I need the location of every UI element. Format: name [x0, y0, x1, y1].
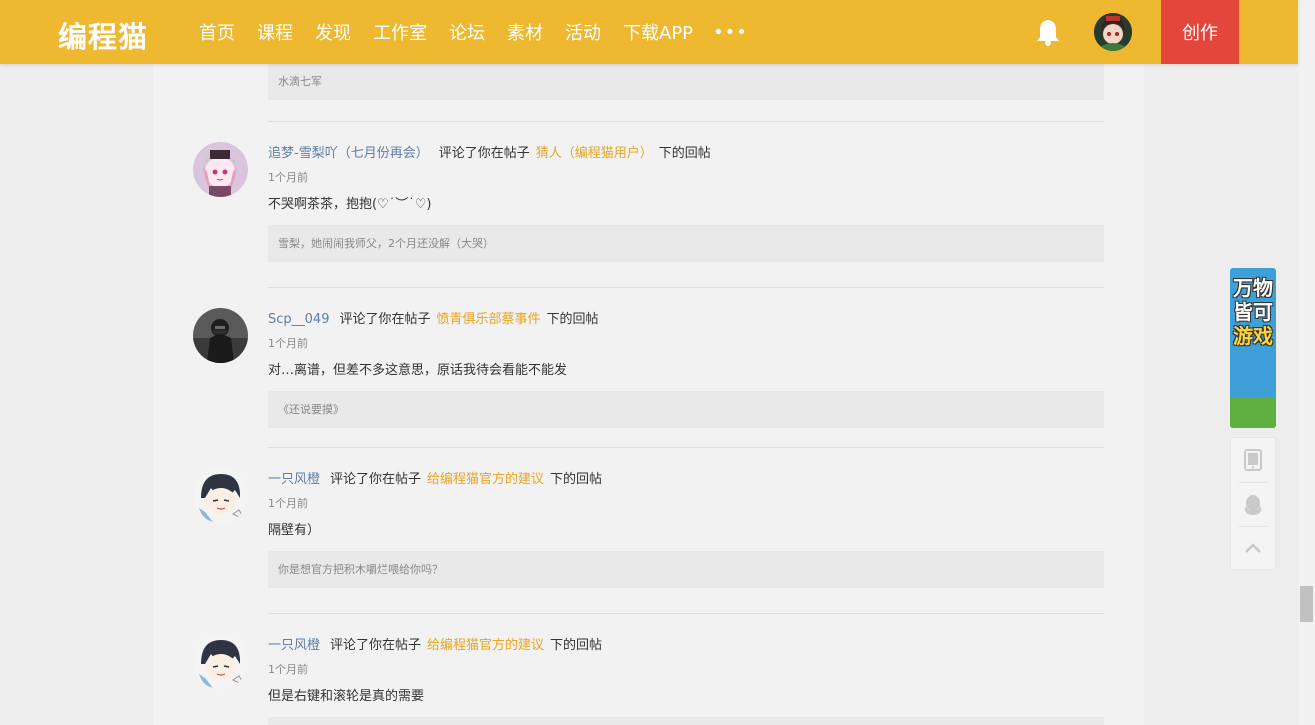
- comment-content: 隔壁有）: [268, 523, 321, 538]
- divider: [268, 287, 1104, 288]
- quote-box: 雪梨，她闹闹我师父，2个月还没解（大哭）: [268, 225, 1104, 262]
- more-menu-icon[interactable]: •••: [713, 22, 748, 43]
- scrollbar-thumb[interactable]: [1300, 586, 1313, 622]
- user-avatar[interactable]: [193, 308, 248, 363]
- suffix-text: 下的回帖: [550, 472, 603, 487]
- user-avatar[interactable]: [193, 634, 248, 689]
- quote-box: 水滴七军: [268, 63, 1104, 100]
- notification-panel: 水滴七军 追梦-雪梨吖（七月份再会） 评论了你在帖子 猜人（编程猫用户） 下的回帖 1…: [153, 0, 1144, 725]
- tablet-icon[interactable]: [1231, 438, 1275, 482]
- timestamp: 1个月前: [268, 337, 308, 350]
- notification-text: 追梦-雪梨吖（七月份再会） 评论了你在帖子 猜人（编程猫用户） 下的回帖: [268, 142, 711, 161]
- username-link[interactable]: 追梦-雪梨吖（七月份再会）: [268, 146, 429, 161]
- side-toolbar: [1230, 437, 1276, 570]
- nav-download-app[interactable]: 下载APP: [623, 19, 693, 45]
- suffix-text: 下的回帖: [658, 146, 711, 161]
- divider: [268, 613, 1104, 614]
- nav-home[interactable]: 首页: [199, 19, 235, 45]
- action-text: 评论了你在帖子: [330, 638, 422, 653]
- timestamp: 1个月前: [268, 663, 308, 676]
- post-link[interactable]: 猜人（编程猫用户）: [536, 146, 653, 161]
- post-link[interactable]: 给编程猫官方的建议: [427, 472, 544, 487]
- action-text: 评论了你在帖子: [339, 312, 431, 327]
- post-link[interactable]: 给编程猫官方的建议: [427, 638, 544, 653]
- user-avatar-menu[interactable]: [1094, 13, 1132, 51]
- post-link[interactable]: 愤青俱乐部蔡事件: [436, 312, 540, 327]
- qq-icon[interactable]: [1231, 483, 1275, 527]
- site-logo[interactable]: 编程猫: [58, 14, 148, 56]
- user-avatar[interactable]: [193, 142, 248, 197]
- suffix-text: 下的回帖: [546, 312, 599, 327]
- comment-content: 但是右键和滚轮是真的需要: [268, 689, 425, 704]
- notification-text: Scp__049 评论了你在帖子 愤青俱乐部蔡事件 下的回帖: [268, 308, 599, 327]
- nav-events[interactable]: 活动: [565, 19, 601, 45]
- timestamp: 1个月前: [268, 497, 308, 510]
- notification-text: 一只风橙 评论了你在帖子 给编程猫官方的建议 下的回帖: [268, 634, 602, 653]
- divider: [268, 447, 1104, 448]
- quote-box: 《还说要摸》: [268, 391, 1104, 428]
- chevron-up-icon[interactable]: [1231, 526, 1275, 570]
- top-navbar: 编程猫 首页 课程 发现 工作室 论坛 素材 活动 下载APP ••• 创作: [0, 0, 1298, 64]
- username-link[interactable]: 一只风橙: [268, 472, 320, 487]
- notification-text: 一只风橙 评论了你在帖子 给编程猫官方的建议 下的回帖: [268, 468, 602, 487]
- bell-icon[interactable]: [1035, 18, 1061, 46]
- nav-discover[interactable]: 发现: [315, 19, 351, 45]
- comment-content: 对…离谱，但差不多这意思，原话我待会看能不能发: [268, 363, 568, 378]
- create-button[interactable]: 创作: [1161, 0, 1239, 64]
- timestamp: 1个月前: [268, 171, 308, 184]
- ad-ground: [1230, 398, 1276, 428]
- quote-box: 你是想官方把积木嚼烂喂给你吗？: [268, 551, 1104, 588]
- side-ad-banner[interactable]: 万物 皆可 游戏: [1230, 268, 1276, 428]
- quote-box: [268, 717, 1104, 725]
- nav-materials[interactable]: 素材: [507, 19, 543, 45]
- nav-forum[interactable]: 论坛: [449, 19, 485, 45]
- suffix-text: 下的回帖: [550, 638, 603, 653]
- user-avatar[interactable]: [193, 468, 248, 523]
- comment-content: 不哭啊茶茶，抱抱(♡˙︶˙♡): [268, 197, 432, 212]
- ad-text: 万物 皆可 游戏: [1233, 276, 1273, 348]
- divider: [268, 121, 1104, 122]
- action-text: 评论了你在帖子: [438, 146, 530, 161]
- username-link[interactable]: 一只风橙: [268, 638, 320, 653]
- main-nav: 首页 课程 发现 工作室 论坛 素材 活动 下载APP •••: [199, 0, 748, 64]
- nav-studio[interactable]: 工作室: [373, 19, 427, 45]
- action-text: 评论了你在帖子: [330, 472, 422, 487]
- nav-courses[interactable]: 课程: [257, 19, 293, 45]
- username-link[interactable]: Scp__049: [268, 312, 329, 327]
